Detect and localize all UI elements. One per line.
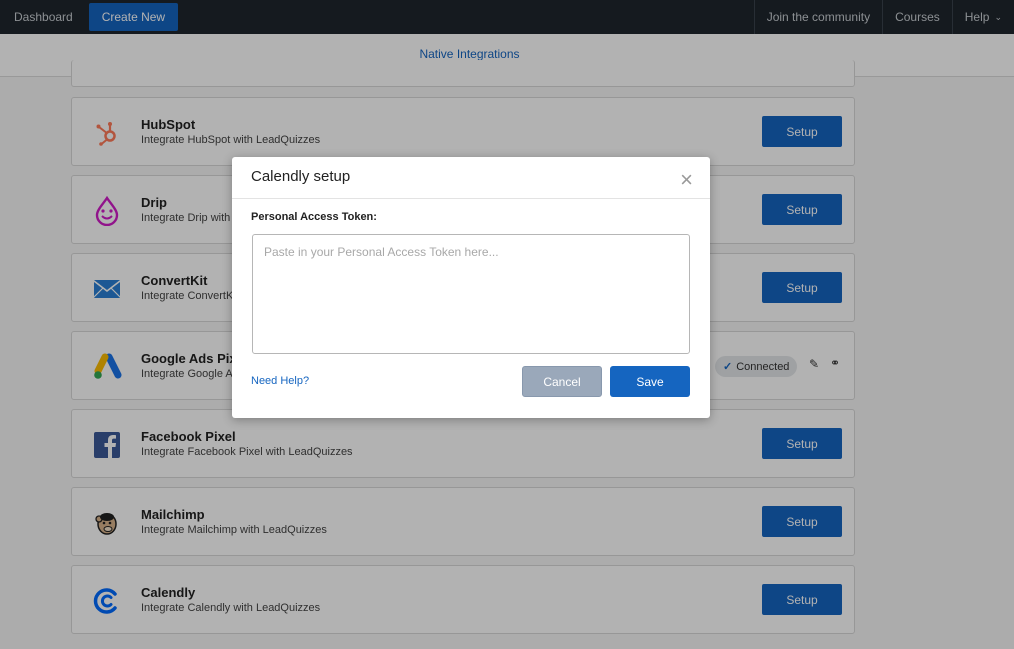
- modal-header: Calendly setup ×: [232, 157, 710, 199]
- close-icon[interactable]: ×: [680, 168, 693, 192]
- calendly-setup-modal: Calendly setup × Personal Access Token: …: [232, 157, 710, 418]
- need-help-link[interactable]: Need Help?: [251, 375, 309, 387]
- token-label: Personal Access Token:: [251, 211, 377, 223]
- save-button[interactable]: Save: [610, 366, 690, 397]
- personal-access-token-input[interactable]: [252, 234, 690, 354]
- cancel-button[interactable]: Cancel: [522, 366, 602, 397]
- modal-title: Calendly setup: [251, 168, 351, 185]
